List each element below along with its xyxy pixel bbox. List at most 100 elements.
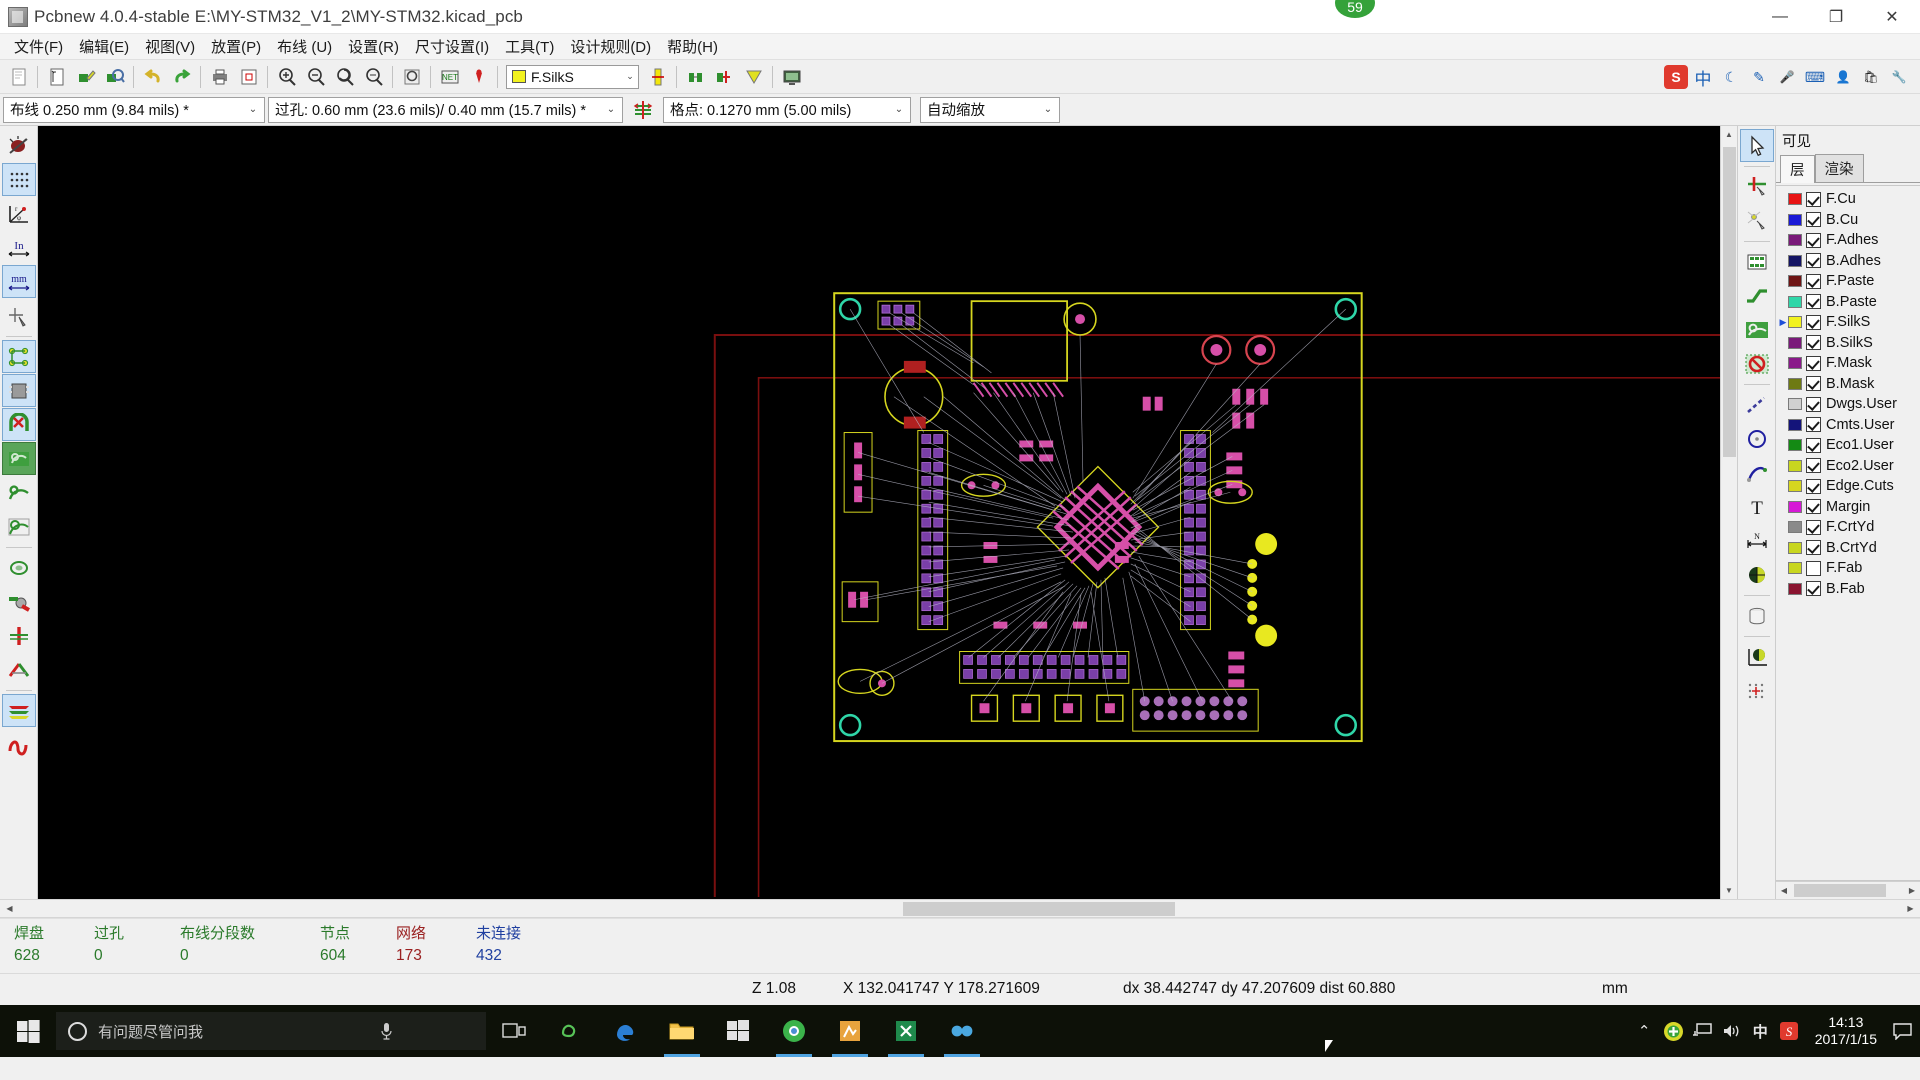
layer-color-swatch[interactable]: [1788, 521, 1802, 534]
open-module-viewer-button[interactable]: [100, 63, 129, 91]
canvas-horizontal-scrollbar[interactable]: ◀ ▶: [0, 899, 1920, 918]
layer-row-f-adhes[interactable]: F.Adhes: [1776, 230, 1920, 251]
netlist-button[interactable]: NET: [435, 63, 464, 91]
pcb-canvas[interactable]: [38, 126, 1720, 899]
layer-color-swatch[interactable]: [1788, 562, 1802, 575]
zoom-level-combo[interactable]: 自动缩放 ⌄: [920, 96, 1060, 123]
high-contrast-button[interactable]: [2, 653, 36, 686]
drc-button[interactable]: [464, 63, 493, 91]
layer-color-swatch[interactable]: [1788, 582, 1802, 595]
layer-color-swatch[interactable]: [1788, 480, 1802, 493]
layer-visibility-checkbox[interactable]: [1806, 253, 1821, 269]
sogou-tray-icon[interactable]: S: [1776, 1005, 1803, 1057]
layer-visibility-checkbox[interactable]: [1806, 581, 1821, 597]
add-dimension-button[interactable]: N: [1740, 524, 1774, 557]
taskview-button[interactable]: [486, 1005, 542, 1057]
pcb-drawing[interactable]: [38, 126, 1720, 898]
layer-row-eco2-user[interactable]: Eco2.User: [1776, 456, 1920, 477]
show-3d-viewer-button[interactable]: [777, 63, 806, 91]
chevron-down-icon[interactable]: ⌄: [622, 71, 638, 82]
add-keepout-button[interactable]: [1740, 347, 1774, 380]
menu-preferences[interactable]: 设置(R): [340, 34, 407, 59]
new-board-button[interactable]: [4, 63, 33, 91]
mode-module-button[interactable]: [643, 63, 672, 91]
auto-delete-tracks-button[interactable]: [1, 408, 36, 441]
local-ratsnest-button[interactable]: [1740, 204, 1774, 237]
vertical-scroll-thumb[interactable]: [1722, 147, 1736, 457]
action-center-icon[interactable]: [1889, 1005, 1916, 1057]
layer-color-swatch[interactable]: [1788, 459, 1802, 472]
delete-button[interactable]: [1740, 599, 1774, 632]
menu-view[interactable]: 视图(V): [137, 34, 203, 59]
ime-moon-icon[interactable]: ☾: [1718, 64, 1744, 90]
menu-place[interactable]: 放置(P): [203, 34, 269, 59]
add-text-button[interactable]: T: [1740, 490, 1774, 523]
find-button[interactable]: [397, 63, 426, 91]
tab-render[interactable]: 渲染: [1814, 154, 1864, 182]
sogou-logo-icon[interactable]: S: [1664, 65, 1688, 89]
ime-mic-icon[interactable]: 🎤: [1774, 64, 1800, 90]
start-button[interactable]: [0, 1005, 56, 1057]
menu-file[interactable]: 文件(F): [6, 34, 71, 59]
ime-settings-icon[interactable]: 🔧: [1886, 64, 1912, 90]
set-origin-button[interactable]: [1740, 640, 1774, 673]
show-hidden-icons[interactable]: ⌃: [1631, 1005, 1658, 1057]
layers-hscroll-thumb[interactable]: [1794, 884, 1886, 897]
layer-color-swatch[interactable]: [1788, 357, 1802, 370]
polar-coords-button[interactable]: rφ: [2, 197, 36, 230]
network-tray-icon[interactable]: [1689, 1005, 1716, 1057]
redraw-button[interactable]: [330, 63, 359, 91]
ime-box-icon[interactable]: 🛍: [1858, 64, 1884, 90]
layer-visibility-checkbox[interactable]: [1806, 335, 1821, 351]
chevron-down-icon[interactable]: ⌄: [890, 104, 908, 115]
file-explorer-task[interactable]: [654, 1005, 710, 1057]
layer-visibility-checkbox[interactable]: [1806, 396, 1821, 412]
layer-row-dwgs-user[interactable]: Dwgs.User: [1776, 394, 1920, 415]
menu-help[interactable]: 帮助(H): [659, 34, 726, 59]
volume-tray-icon[interactable]: [1718, 1005, 1745, 1057]
layer-color-swatch[interactable]: [1788, 213, 1802, 226]
close-button[interactable]: ✕: [1864, 0, 1920, 34]
minimize-button[interactable]: —: [1752, 0, 1808, 34]
chevron-down-icon[interactable]: ⌄: [602, 104, 620, 115]
layer-row-cmts-user[interactable]: Cmts.User: [1776, 415, 1920, 436]
chrome-task[interactable]: [766, 1005, 822, 1057]
excel-task[interactable]: [878, 1005, 934, 1057]
redo-button[interactable]: [167, 63, 196, 91]
print-button[interactable]: [205, 63, 234, 91]
layer-row-f-fab[interactable]: F.Fab: [1776, 558, 1920, 579]
canvas-vertical-scrollbar[interactable]: ▲ ▼: [1720, 126, 1738, 899]
layer-visibility-checkbox[interactable]: [1806, 212, 1821, 228]
add-arc-button[interactable]: [1740, 456, 1774, 489]
layer-row-b-paste[interactable]: B.Paste: [1776, 292, 1920, 313]
add-module-button[interactable]: [1740, 245, 1774, 278]
select-tool-button[interactable]: [1739, 129, 1774, 162]
layer-row-f-cu[interactable]: F.Cu: [1776, 189, 1920, 210]
show-module-ratsnest-button[interactable]: [1, 374, 36, 407]
layer-visibility-checkbox[interactable]: [1806, 519, 1821, 535]
taskbar-clock[interactable]: 14:13 2017/1/15: [1805, 1014, 1887, 1048]
layers-manager-button[interactable]: [1, 694, 36, 727]
layers-panel-hscrollbar[interactable]: ◀ ▶: [1776, 881, 1920, 899]
scroll-right-arrow[interactable]: ▶: [1904, 886, 1920, 895]
layer-row-edge-cuts[interactable]: Edge.Cuts: [1776, 476, 1920, 497]
menu-design-rules[interactable]: 设计规则(D): [562, 34, 659, 59]
maximize-button[interactable]: ❐: [1808, 0, 1864, 34]
ime-tray-icon[interactable]: 中: [1747, 1005, 1774, 1057]
scroll-left-arrow[interactable]: ◀: [0, 904, 19, 913]
add-circle-button[interactable]: [1740, 422, 1774, 455]
vertical-scroll-track[interactable]: [1720, 457, 1738, 882]
auto-route-button[interactable]: [739, 63, 768, 91]
layer-color-swatch[interactable]: [1788, 254, 1802, 267]
cortana-search-box[interactable]: 有问题尽管问我: [56, 1012, 486, 1050]
layer-visibility-checkbox[interactable]: [1806, 232, 1821, 248]
layer-visibility-checkbox[interactable]: [1806, 417, 1821, 433]
layer-visibility-checkbox[interactable]: [1806, 314, 1821, 330]
units-mm-button[interactable]: mm: [1, 265, 36, 298]
layer-visibility-checkbox[interactable]: [1806, 499, 1821, 515]
grid-display-button[interactable]: [1, 163, 36, 196]
horizontal-scroll-thumb[interactable]: [903, 901, 1175, 916]
chevron-down-icon[interactable]: ⌄: [1039, 104, 1057, 115]
auto-track-width-button[interactable]: [626, 96, 660, 124]
layers-list[interactable]: F.Cu B.Cu F.Adhes B.Adhes F.Paste B.Paste ▶ F.S…: [1776, 185, 1920, 881]
